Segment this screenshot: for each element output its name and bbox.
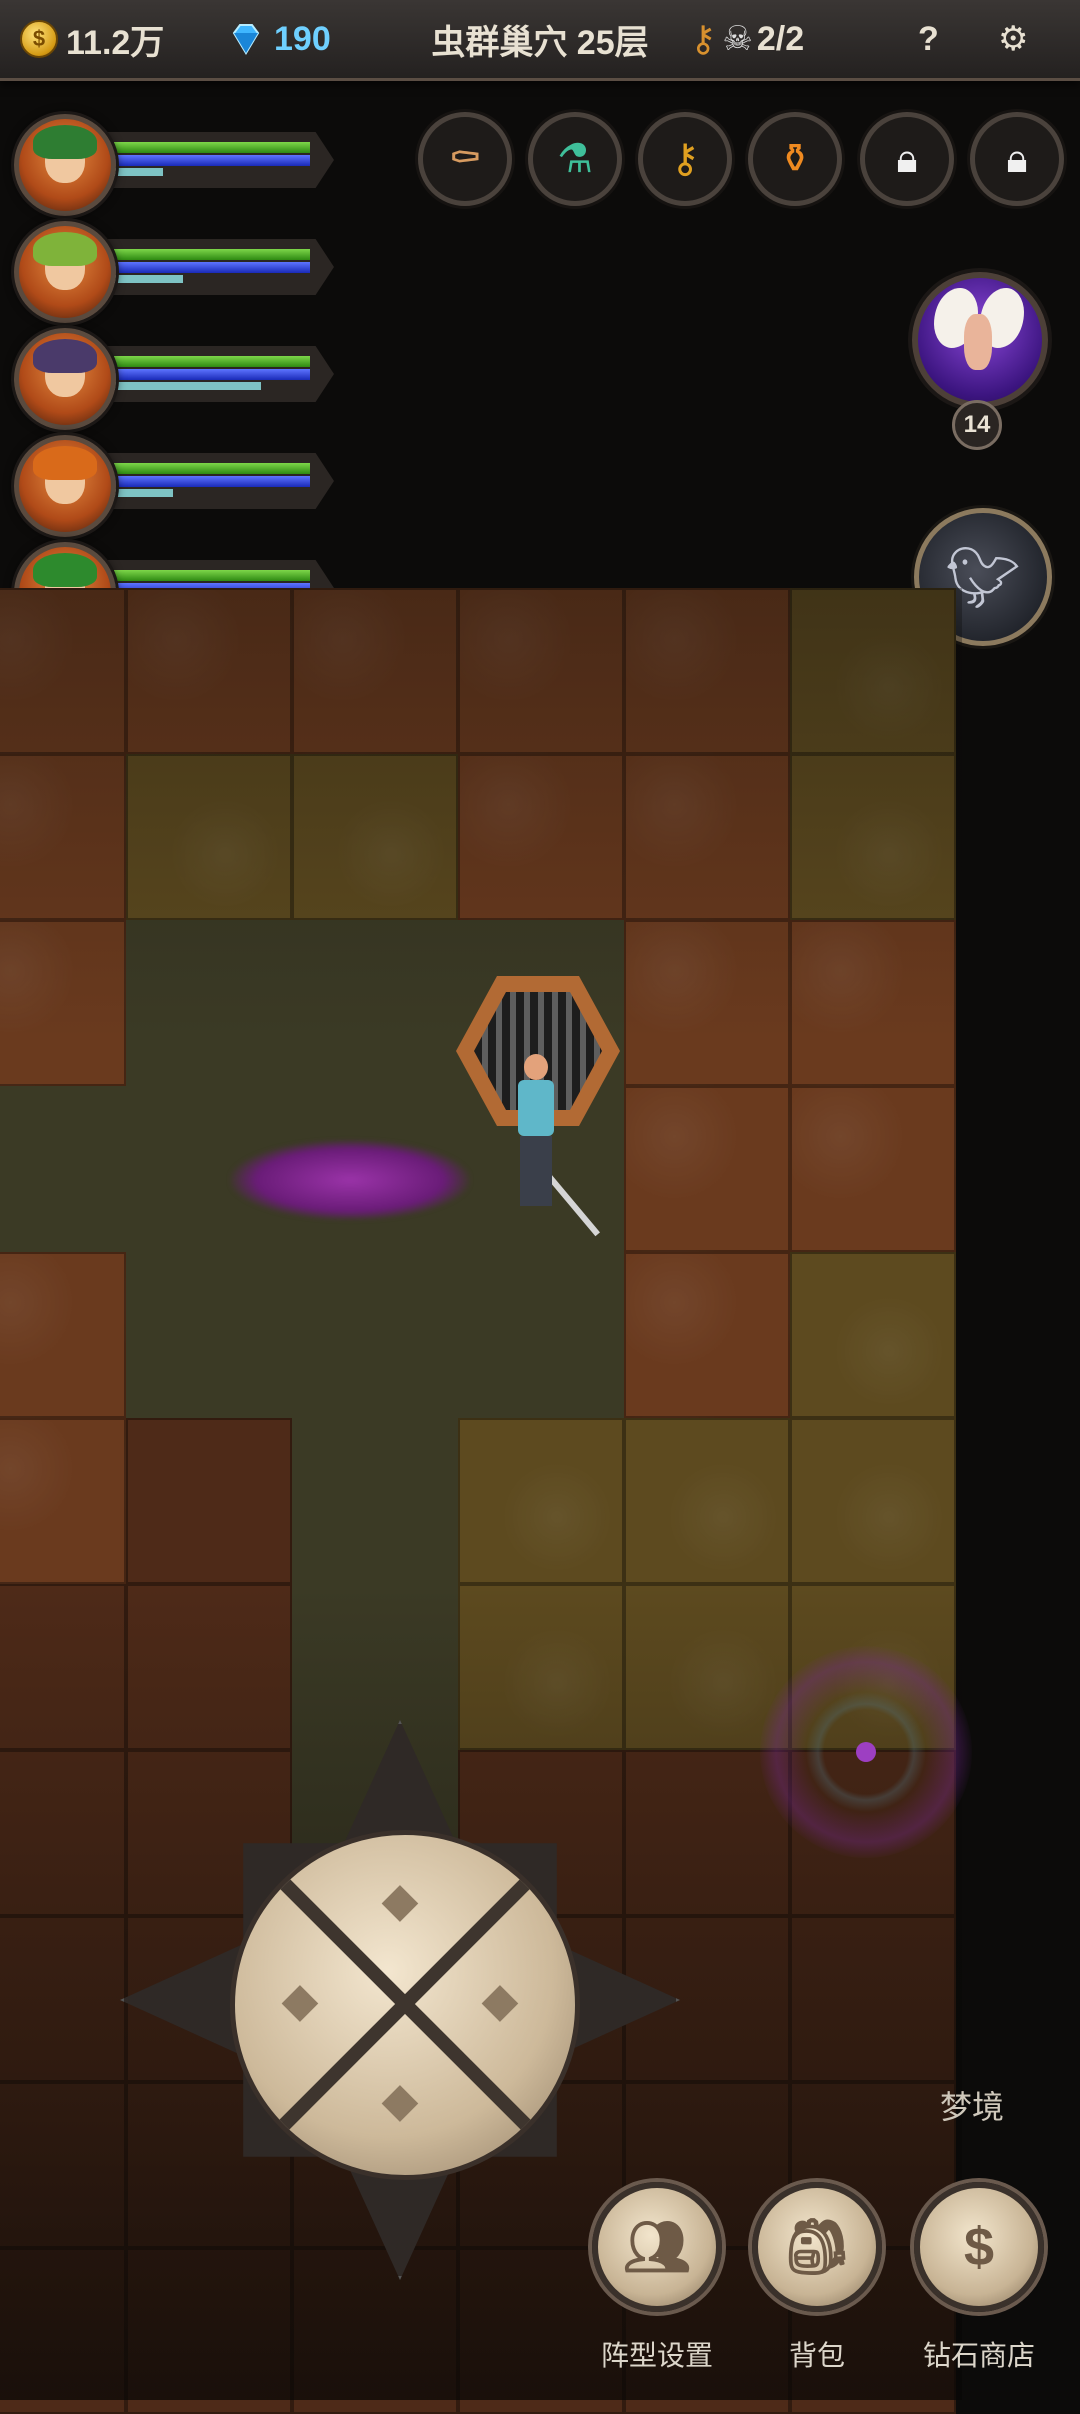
player-head — [524, 1054, 548, 1080]
lock-icon: 🔒︎ — [970, 112, 1064, 206]
formation-settings-button[interactable]: 👥︎ 阵型设置 — [592, 2182, 722, 2374]
formation-settings-label: 阵型设置 — [600, 2340, 713, 2371]
quick-slot-locked-1[interactable]: 🔒︎ — [856, 104, 954, 212]
quick-slot-coffin[interactable]: ⚰ — [414, 104, 512, 212]
poison-splatter — [230, 1140, 470, 1220]
hero-portrait[interactable] — [14, 328, 116, 430]
xp-bar — [114, 382, 261, 390]
portrait-hair — [33, 232, 97, 266]
xp-bar — [114, 489, 173, 497]
hero-portrait[interactable] — [14, 114, 116, 216]
dream-label[interactable]: 梦境 — [940, 2082, 1004, 2128]
hero-portrait[interactable] — [14, 435, 116, 537]
diamond-shop-button[interactable]: $ 钻石商店 — [914, 2182, 1044, 2374]
green-potion-icon: ⚗ — [528, 112, 622, 206]
quick-slot-orange-potion[interactable]: ⚱ — [744, 104, 842, 212]
coffin-icon: ⚰ — [418, 112, 512, 206]
quick-slot-locked-2[interactable]: 🔒︎ — [966, 104, 1064, 212]
party-member-2[interactable] — [14, 221, 334, 323]
party-member-4[interactable] — [14, 435, 334, 537]
dollar-icon: $ — [914, 2182, 1044, 2312]
target-dot — [856, 1742, 876, 1762]
party-member-3[interactable] — [14, 328, 334, 430]
kill-count: 2/2 — [756, 19, 805, 58]
portrait-hair — [33, 339, 97, 373]
orange-potion-icon: ⚱ — [748, 112, 842, 206]
backpack-label: 背包 — [788, 2340, 845, 2371]
dpad-left-button[interactable]: ◆ — [245, 1945, 355, 2055]
lock-icon: 🔒︎ — [860, 112, 954, 206]
party-member-1[interactable] — [14, 114, 334, 216]
hp-bar — [114, 142, 310, 153]
backpack-button[interactable]: 🎒︎ 背包 — [752, 2182, 882, 2374]
hp-bar — [114, 249, 310, 260]
skull-icon: ☠ — [722, 20, 753, 58]
player-character — [498, 1050, 601, 1237]
dpad-down-button[interactable]: ◆ — [345, 2045, 455, 2155]
mp-bar — [114, 476, 310, 487]
dpad-up-button[interactable]: ◆ — [345, 1845, 455, 1955]
portrait-hair — [33, 125, 97, 159]
player-body — [518, 1080, 554, 1136]
mp-bar — [114, 155, 310, 166]
angel-figure — [964, 314, 992, 370]
portrait-hair — [33, 553, 97, 587]
dpad-right-button[interactable]: ◆ — [445, 1945, 555, 2055]
golden-key-icon: ⚷ — [638, 112, 732, 206]
hero-portrait[interactable] — [14, 221, 116, 323]
hp-bar — [114, 463, 310, 474]
companion-level-badge: 14 — [952, 400, 1002, 450]
kill-counter: ⚷ ☠ 2/2 — [690, 0, 804, 78]
quick-slot-key[interactable]: ⚷ — [634, 104, 732, 212]
mp-bar — [114, 262, 310, 273]
backpack-icon: 🎒︎ — [752, 2182, 882, 2312]
portrait-hair — [33, 446, 97, 480]
xp-bar — [114, 168, 163, 176]
diamond-shop-label: 钻石商店 — [922, 2340, 1035, 2371]
key-icon: ⚷ — [690, 18, 717, 59]
companion-angel-button[interactable]: 14 — [892, 250, 1058, 460]
question-mark-icon[interactable]: ? — [918, 0, 939, 78]
target-marker[interactable] — [760, 1646, 972, 1858]
player-legs — [520, 1136, 552, 1206]
mp-bar — [114, 369, 310, 380]
top-status-bar: $ 11.2万 190 虫群巢穴 25层 ⚷ ☠ 2/2 ? ⚙ — [0, 0, 1080, 81]
xp-bar — [114, 275, 183, 283]
formation-icon: 👥︎ — [592, 2182, 722, 2312]
quick-slot-green-potion[interactable]: ⚗ — [524, 104, 622, 212]
gear-icon[interactable]: ⚙ — [998, 0, 1028, 78]
hp-bar — [114, 570, 310, 581]
hp-bar — [114, 356, 310, 367]
